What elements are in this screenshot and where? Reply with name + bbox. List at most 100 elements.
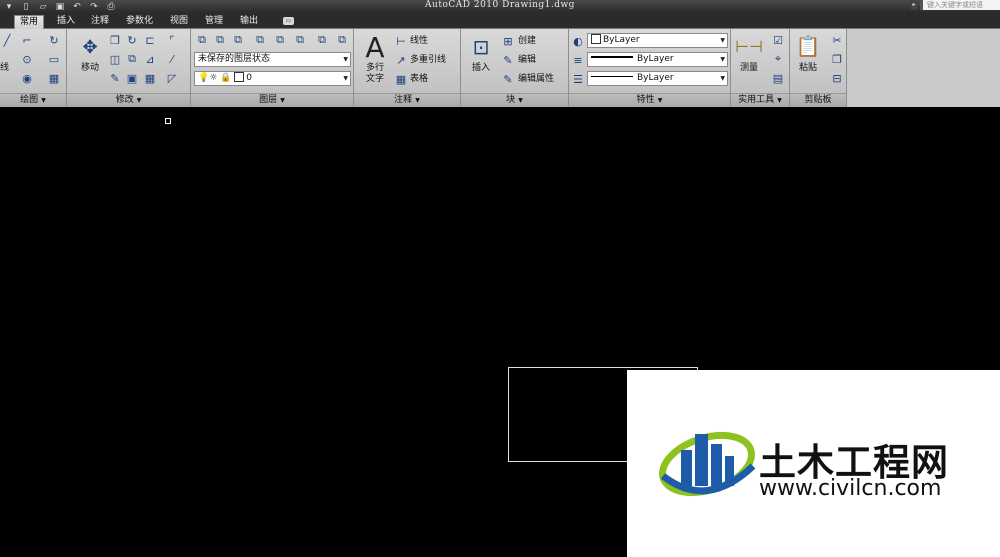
layer-color-swatch [234, 72, 245, 82]
multileader-icon[interactable]: ↗ [394, 53, 408, 67]
rotate-icon[interactable]: ↻ [125, 33, 139, 47]
calculator-icon[interactable]: ▤ [771, 71, 785, 85]
minimize-ribbon-icon[interactable]: ▭ [283, 17, 294, 25]
edit-block-icon[interactable]: ✎ [501, 53, 515, 67]
layer-match-icon[interactable]: ⧉ [335, 33, 349, 47]
layer-dropdown[interactable]: 💡☼ 🔒 0 ▼ [194, 71, 351, 86]
panel-clipboard: 📋 粘贴 ✂ ❐ ⊟ 剪贴板 [790, 29, 847, 107]
panel-block-title[interactable]: 块 ▼ [461, 93, 568, 107]
tab-insert[interactable]: 插入 [52, 15, 80, 29]
mtext-label[interactable]: 多行 文字 [360, 63, 390, 85]
tab-home[interactable]: 常用 [14, 15, 45, 29]
panel-properties: ◐ ByLayer ▼ ≡ ByLayer ▼ ☰ ByLayer ▼ 特性 ▼ [569, 29, 731, 107]
panel-properties-title[interactable]: 特性 ▼ [569, 93, 730, 107]
copy-clip-icon[interactable]: ❐ [830, 52, 844, 66]
match-properties-icon[interactable]: ⊟ [830, 71, 844, 85]
linetype-icon[interactable]: ☰ [571, 72, 585, 86]
panel-draw: ╱ 线 ⌐ ⊙ ◉ ↻ ▭ ▦ 绘图 ▼ [0, 29, 67, 107]
panel-utilities-title[interactable]: 实用工具 ▼ [731, 93, 789, 107]
multileader-label[interactable]: 多重引线 [410, 55, 446, 66]
mtext-icon[interactable]: A [362, 31, 388, 64]
hatch-icon[interactable]: ▦ [47, 71, 61, 85]
move-icon[interactable]: ✥ [79, 36, 101, 58]
color-dropdown[interactable]: ByLayer ▼ [587, 33, 728, 48]
civilcn-logo-icon [659, 431, 756, 497]
erase-icon[interactable]: ✎ [108, 71, 122, 85]
ribbon-empty-area [847, 29, 1000, 107]
measure-icon[interactable]: ⊢⊣ [735, 37, 763, 56]
table-icon[interactable]: ▦ [394, 72, 408, 86]
panel-block: ⊡ 插入 ⊞ 创建 ✎ 编辑 ✎ 编辑属性 块 ▼ [461, 29, 569, 107]
edit-attributes-icon[interactable]: ✎ [501, 72, 515, 86]
panel-annotation: A 多行 文字 ⊢ 线性 ↗ 多重引线 ▦ 表格 注释 ▼ [354, 29, 461, 107]
tab-output[interactable]: 输出 [235, 15, 263, 29]
edit-attributes-label[interactable]: 编辑属性 [518, 74, 554, 85]
explode-icon[interactable]: ⁄ [165, 52, 179, 66]
trim-icon[interactable]: ⊏ [143, 33, 157, 47]
table-label[interactable]: 表格 [410, 74, 428, 85]
panel-annotation-title[interactable]: 注释 ▼ [354, 93, 460, 107]
circle-icon[interactable]: ⊙ [20, 52, 34, 66]
panel-layers: ⧉ ⧉ ⧉ ⧉ ⧉ ⧉ ⧉ ⧉ 未保存的图层状态 ▼ 💡☼ 🔒 0 ▼ 图层 ▼ [191, 29, 354, 107]
lineweight-icon[interactable]: ≡ [571, 53, 585, 67]
layer-isolate-icon[interactable]: ⧉ [253, 33, 267, 47]
panel-utilities: ⊢⊣ 测量 ☑ ⌖ ▤ 实用工具 ▼ [731, 29, 790, 107]
layer-state-dropdown[interactable]: 未保存的图层状态 ▼ [194, 52, 351, 67]
create-block-label[interactable]: 创建 [518, 36, 536, 47]
tab-manage[interactable]: 管理 [200, 15, 228, 29]
watermark-url: www.civilcn.com [759, 476, 942, 501]
layer-freeze-icon[interactable]: ⧉ [293, 33, 307, 47]
panel-layers-title[interactable]: 图层 ▼ [191, 93, 353, 107]
offset-icon[interactable]: ▣ [125, 71, 139, 85]
ribbon-tab-bar: 常用 插入 注释 参数化 视图 管理 输出 ▭ [0, 13, 1000, 29]
panel-modify-title[interactable]: 修改 ▼ [67, 93, 190, 107]
quick-select-icon[interactable]: ☑ [771, 33, 785, 47]
layer-previous-icon[interactable]: ⧉ [231, 33, 245, 47]
tab-annotate[interactable]: 注释 [86, 15, 114, 29]
arc-icon[interactable]: ↻ [47, 33, 61, 47]
select-similar-icon[interactable]: ⌖ [771, 52, 785, 66]
panel-draw-title[interactable]: 绘图 ▼ [0, 93, 66, 107]
layer-properties-icon[interactable]: ⧉ [195, 33, 209, 47]
array-icon[interactable]: ▦ [143, 71, 157, 85]
line-icon[interactable]: ╱ [0, 33, 14, 47]
layer-state-icon[interactable]: ⧉ [213, 33, 227, 47]
color-swatch [591, 34, 601, 44]
bulb-icon: 💡 [198, 73, 210, 83]
layer-off-icon[interactable]: ⧉ [273, 33, 287, 47]
linear-dimension-icon[interactable]: ⊢ [394, 34, 408, 48]
search-expand-icon[interactable]: ▸ [911, 0, 917, 10]
layer-lock-icon[interactable]: ⧉ [315, 33, 329, 47]
chamfer-icon[interactable]: ◸ [165, 71, 179, 85]
linear-dimension-label[interactable]: 线性 [410, 36, 428, 47]
mirror-icon[interactable]: ⊿ [143, 52, 157, 66]
tab-view[interactable]: 视图 [165, 15, 193, 29]
title-bar: ▾ ▯ ▱ ▣ ↶ ↷ ⎙ AutoCAD 2010 Drawing1.dwg … [0, 0, 1000, 13]
paste-icon[interactable]: 📋 [796, 34, 821, 58]
paste-label[interactable]: 粘贴 [794, 63, 822, 74]
ribbon: ╱ 线 ⌐ ⊙ ◉ ↻ ▭ ▦ 绘图 ▼ ✥ 移动 ❐ ↻ ⊏ ⌜ ◫ ⧉ ⊿ ⁄… [0, 29, 1000, 107]
insert-block-icon[interactable]: ⊡ [469, 35, 493, 59]
tab-parametric[interactable]: 参数化 [121, 15, 158, 29]
linetype-dropdown[interactable]: ByLayer ▼ [587, 71, 728, 86]
stretch-icon[interactable]: ◫ [108, 52, 122, 66]
panel-modify: ✥ 移动 ❐ ↻ ⊏ ⌜ ◫ ⧉ ⊿ ⁄ ✎ ▣ ▦ ◸ 修改 ▼ [67, 29, 191, 107]
insert-block-label[interactable]: 插入 [467, 63, 495, 74]
panel-clipboard-title[interactable]: 剪贴板 [790, 93, 846, 107]
ellipse-icon[interactable]: ◉ [20, 71, 34, 85]
polyline-icon[interactable]: ⌐ [20, 33, 34, 47]
cursor-pickbox [165, 118, 171, 124]
lineweight-dropdown[interactable]: ByLayer ▼ [587, 52, 728, 67]
move-label: 移动 [80, 63, 99, 73]
edit-block-label[interactable]: 编辑 [518, 55, 536, 66]
create-block-icon[interactable]: ⊞ [501, 34, 515, 48]
fillet-icon[interactable]: ⌜ [165, 33, 179, 47]
measure-label[interactable]: 测量 [735, 63, 763, 74]
window-title: AutoCAD 2010 Drawing1.dwg [425, 0, 575, 10]
search-input[interactable]: 键入关键字或短语 [920, 0, 1000, 10]
color-wheel-icon[interactable]: ◐ [571, 34, 585, 48]
scale-icon[interactable]: ⧉ [125, 52, 139, 66]
copy-icon[interactable]: ❐ [108, 33, 122, 47]
cut-icon[interactable]: ✂ [830, 33, 844, 47]
rectangle-icon[interactable]: ▭ [47, 52, 61, 66]
